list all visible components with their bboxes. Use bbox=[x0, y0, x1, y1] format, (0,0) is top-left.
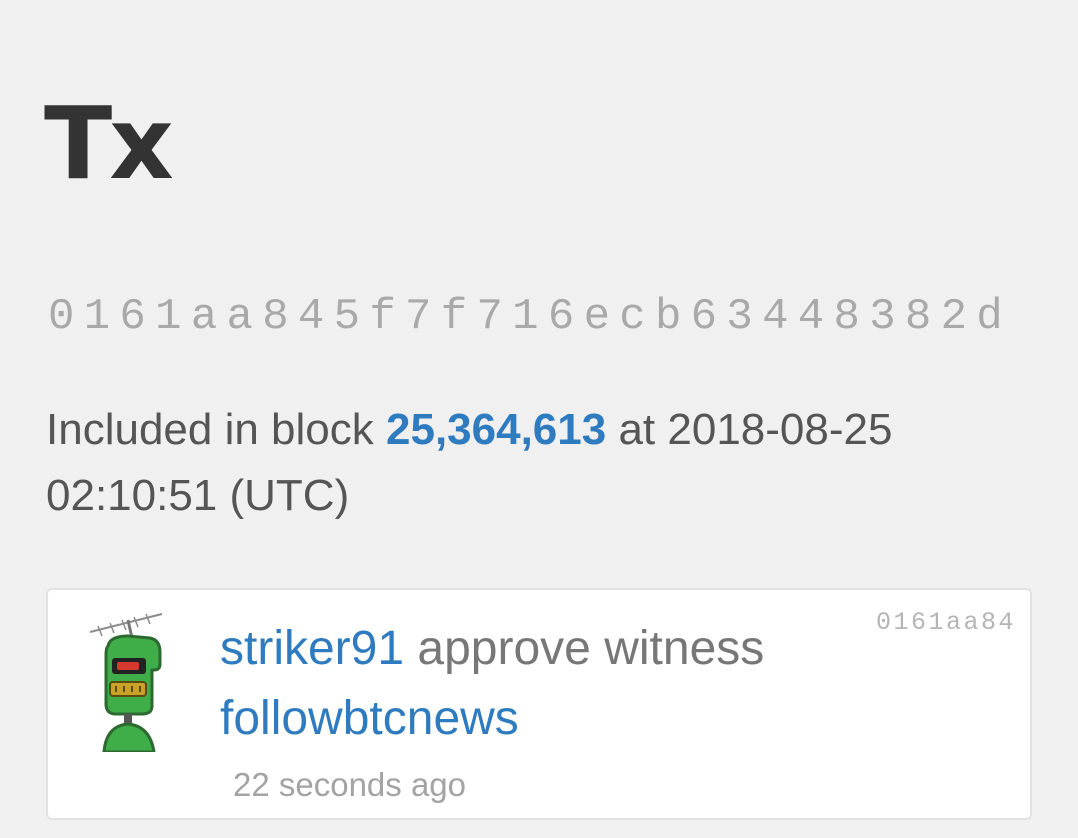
account-link[interactable]: striker91 bbox=[220, 622, 404, 675]
robot-avatar-icon[interactable] bbox=[84, 602, 180, 754]
block-number-link[interactable]: 25,364,613 bbox=[386, 405, 606, 454]
operation-description: striker91 approve witness followbtcnews bbox=[220, 614, 940, 754]
operation-card: 0161aa84 striker91 approve witness follo… bbox=[46, 588, 1032, 820]
at-label: at bbox=[618, 405, 656, 454]
block-info: Included in block 25,364,613 at 2018-08-… bbox=[46, 397, 1006, 529]
included-in-block-label: Included in block bbox=[46, 405, 374, 454]
transaction-hash: 0161aa845f7f716ecb63448382d bbox=[48, 292, 1013, 342]
page-title: Tx bbox=[44, 85, 174, 202]
operation-action: approve witness bbox=[417, 622, 765, 675]
operation-time: 22 seconds ago bbox=[233, 766, 467, 803]
witness-link[interactable]: followbtcnews bbox=[220, 692, 519, 745]
